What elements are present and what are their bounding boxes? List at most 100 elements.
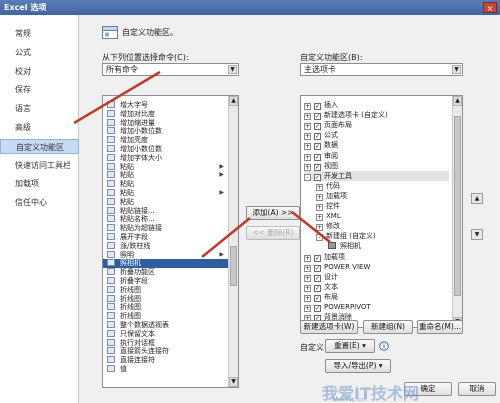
command-item[interactable]: 增加小数位数: [103, 127, 228, 136]
expand-icon[interactable]: +: [304, 113, 311, 121]
sidebar-item[interactable]: 常规: [0, 26, 79, 41]
expand-icon[interactable]: +: [316, 204, 323, 211]
command-item[interactable]: 粘贴 ▶: [103, 171, 228, 180]
expand-icon[interactable]: +: [304, 143, 311, 151]
ribbon-tree-item[interactable]: + ✓ 页面布局: [304, 120, 449, 131]
sidebar-item[interactable]: 信任中心: [0, 195, 79, 210]
ribbon-tree-item[interactable]: + ✓ POWER VIEW: [304, 262, 449, 272]
command-item[interactable]: 增加字体大小: [103, 153, 228, 163]
tab-checkbox[interactable]: ✓: [314, 284, 321, 292]
ribbon-tree-item[interactable]: + 加载项: [316, 191, 449, 201]
ribbon-tree-item[interactable]: + ✓ 设计: [304, 272, 449, 282]
sidebar-item[interactable]: 自定义功能区: [0, 138, 79, 154]
command-item[interactable]: 直接箭头连接符: [103, 347, 228, 356]
collapse-icon[interactable]: -: [316, 234, 323, 242]
expand-icon[interactable]: +: [304, 254, 311, 262]
ribbon-tree-item[interactable]: + 修改: [316, 221, 449, 232]
command-item[interactable]: 增加亮度: [103, 136, 228, 145]
command-item[interactable]: 涨/跌柱线: [103, 241, 228, 251]
sidebar-item[interactable]: 加载项: [0, 176, 79, 191]
expand-icon[interactable]: +: [304, 264, 311, 272]
expand-icon[interactable]: +: [316, 224, 323, 232]
reset-button[interactable]: 重置(E) ▾: [325, 339, 375, 353]
sidebar-item[interactable]: 高级: [0, 120, 79, 135]
tab-checkbox[interactable]: ✓: [314, 123, 321, 131]
command-item[interactable]: 折线图: [103, 303, 228, 312]
command-item[interactable]: 折叠功能区: [103, 268, 228, 277]
command-item[interactable]: 直接连接符: [103, 356, 228, 365]
command-item[interactable]: 粘贴 ▶: [103, 189, 228, 198]
command-item[interactable]: 折线图: [103, 312, 228, 321]
expand-icon[interactable]: +: [304, 103, 311, 110]
command-item[interactable]: 粘贴名称...: [103, 215, 228, 224]
ribbon-tree-item[interactable]: 照相机: [328, 241, 449, 251]
scroll-up-icon[interactable]: ▲: [453, 96, 462, 106]
sidebar-item[interactable]: 语言: [0, 101, 79, 116]
ribbon-tree[interactable]: ▲ ▼ +✓插入+✓新建选项卡 (自定义)+✓页面布局+✓公式+✓数据+✓审阅+…: [300, 95, 463, 328]
rename-button[interactable]: 重命名(M)...: [417, 320, 463, 334]
ribbon-tree-item[interactable]: + 代码: [316, 181, 449, 191]
move-down-button[interactable]: ▼: [471, 229, 483, 240]
ribbon-tree-item[interactable]: + ✓ 审阅: [304, 151, 449, 161]
sidebar-item[interactable]: 保存: [0, 82, 79, 97]
tab-checkbox[interactable]: ✓: [314, 264, 321, 272]
ribbon-tree-item[interactable]: + ✓ 文本: [304, 282, 449, 292]
sidebar-item[interactable]: 公式: [0, 45, 79, 60]
scroll-thumb[interactable]: [454, 116, 461, 296]
ribbon-tree-item[interactable]: + ✓ 公式: [304, 130, 449, 141]
command-item[interactable]: 增加小数位数: [103, 145, 228, 154]
tab-checkbox[interactable]: ✓: [314, 143, 321, 151]
choose-commands-dropdown[interactable]: 所有命令 ▼: [102, 63, 239, 76]
command-item[interactable]: 只保留文本: [103, 329, 228, 339]
ribbon-tree-item[interactable]: + ✓ POWERPIVOT: [304, 302, 449, 312]
command-item[interactable]: 值: [103, 365, 228, 374]
ribbon-tree-scrollbar[interactable]: ▲ ▼: [452, 96, 462, 327]
customize-ribbon-dropdown[interactable]: 主选项卡 ▼: [300, 63, 463, 76]
expand-icon[interactable]: +: [316, 214, 323, 222]
command-item[interactable]: 照相机: [103, 259, 228, 269]
tab-checkbox[interactable]: ✓: [314, 113, 321, 121]
ribbon-tree-item[interactable]: + ✓ 视图: [304, 161, 449, 171]
ribbon-tree-item[interactable]: + 控件: [316, 201, 449, 211]
command-item[interactable]: 粘贴为超链接: [103, 224, 228, 233]
sidebar-item[interactable]: 快速访问工具栏: [0, 158, 79, 173]
tab-checkbox[interactable]: ✓: [314, 153, 321, 161]
expand-icon[interactable]: +: [316, 183, 323, 191]
expand-icon[interactable]: +: [304, 305, 311, 312]
expand-icon[interactable]: +: [304, 163, 311, 171]
command-item[interactable]: 折线图: [103, 285, 228, 295]
ribbon-tree-item[interactable]: + ✓ 布局: [304, 292, 449, 302]
command-item[interactable]: 整个数据透视表: [103, 321, 228, 330]
command-item[interactable]: 粘贴: [103, 197, 228, 207]
move-up-button[interactable]: ▲: [471, 193, 483, 204]
expand-icon[interactable]: +: [304, 153, 311, 161]
commands-scrollbar[interactable]: ▲ ▼: [228, 96, 238, 387]
cancel-button[interactable]: 取消: [458, 382, 496, 396]
scroll-down-icon[interactable]: ▼: [229, 377, 238, 387]
tab-checkbox[interactable]: ✓: [314, 163, 321, 171]
command-item[interactable]: 增加对比度: [103, 109, 228, 119]
tab-checkbox[interactable]: ✓: [314, 305, 321, 312]
collapse-icon[interactable]: -: [304, 173, 311, 181]
ribbon-tree-item[interactable]: + ✓ 插入: [304, 100, 449, 110]
ribbon-tree-item[interactable]: + XML: [316, 211, 449, 222]
expand-icon[interactable]: +: [304, 274, 311, 282]
import-export-button[interactable]: 导入/导出(P) ▾: [325, 359, 391, 373]
scroll-thumb[interactable]: [230, 246, 237, 286]
expand-icon[interactable]: +: [304, 133, 311, 141]
tab-checkbox[interactable]: ✓: [314, 254, 321, 262]
ribbon-tree-item[interactable]: - 新建组 (自定义): [316, 231, 449, 242]
command-item[interactable]: 展开字段: [103, 233, 228, 242]
close-button[interactable]: ×: [483, 2, 497, 13]
expand-icon[interactable]: +: [304, 284, 311, 292]
commands-list[interactable]: ▲ ▼ 增大字号 增加对比度 增加缩进量 增加小数位数 增加亮度 增加小数位数 增加字体大小…: [102, 95, 239, 388]
ribbon-tree-item[interactable]: - ✓ 开发工具: [304, 170, 449, 181]
expand-icon[interactable]: +: [304, 123, 311, 131]
command-item[interactable]: 增大字号: [103, 101, 228, 110]
tab-checkbox[interactable]: ✓: [314, 133, 321, 141]
new-tab-button[interactable]: 新建选项卡(W): [300, 320, 358, 334]
tab-checkbox[interactable]: ✓: [314, 274, 321, 282]
scroll-up-icon[interactable]: ▲: [229, 96, 238, 106]
ribbon-tree-item[interactable]: + ✓ 加载项: [304, 252, 449, 262]
sidebar-item[interactable]: 校对: [0, 64, 79, 79]
